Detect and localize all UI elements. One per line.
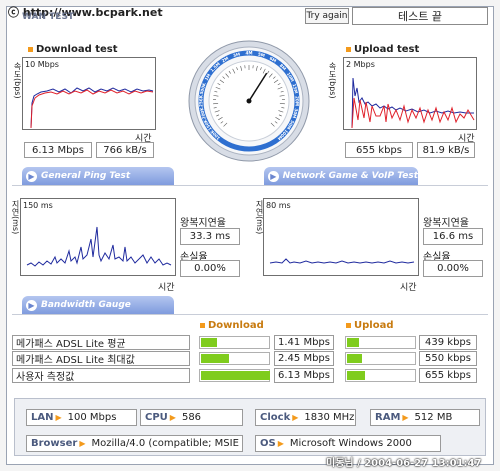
upload-bar-fill — [347, 371, 365, 380]
upload-value: 439 kbps — [419, 335, 477, 350]
download-bar-fill — [201, 371, 270, 380]
os-info: OS ▶ Microsoft Windows 2000 — [255, 435, 441, 452]
upload-value: 655 kbps — [419, 368, 477, 383]
clock-info: Clock ▶ 1830 MHz — [255, 409, 356, 426]
arrow-right-icon: ▶ — [277, 439, 284, 448]
download-bar-fill — [201, 338, 217, 347]
arrow-right-icon: ▶ — [169, 413, 176, 422]
download-series-blue — [30, 87, 154, 129]
upload-value: 550 kbps — [419, 351, 477, 366]
lan-info: LAN ▶ 100 Mbps — [26, 409, 137, 426]
bandwidth-row-label: 메가패스 ADSL Lite 최대값 — [12, 351, 190, 366]
gauge-dial: 100K150K200K256K500K1M1.5M2M3M 4M 5M6M8M10… — [188, 40, 310, 162]
bandwidth-upload-header: Upload — [346, 320, 393, 331]
try-again-button[interactable]: Try again — [305, 8, 349, 24]
upload-bar — [345, 352, 416, 365]
game-graph-plot — [269, 258, 415, 264]
game-series — [269, 258, 415, 264]
upload-y-axis-label: 속도(bps) — [328, 62, 337, 99]
section-title: WAN TEST — [22, 12, 75, 22]
ping-graph-plot — [26, 226, 172, 267]
ping-latency-value: 33.3 ms — [180, 228, 240, 245]
upload-test-title: Upload test — [346, 44, 419, 55]
game-graph: 80 ms — [263, 198, 419, 276]
ping-scale-label: 150 ms — [23, 201, 53, 210]
gauge-tick-label: 256K — [199, 94, 204, 107]
bullet-icon — [346, 47, 351, 52]
download-test-title: Download test — [28, 44, 118, 55]
ping-series — [26, 226, 172, 267]
download-scale-label: 10 Mbps — [25, 60, 59, 69]
upload-bar-fill — [347, 354, 362, 363]
game-x-axis-label: 시간 — [400, 283, 417, 293]
download-graph: 10 Mbps — [22, 57, 156, 130]
tab-bandwidth-gauge[interactable]: ▶ Bandwidth Gauge — [22, 296, 174, 314]
download-value: 1.41 Mbps — [274, 335, 334, 350]
bullet-icon — [28, 47, 33, 52]
gauge-tick-label: 4M — [245, 51, 252, 56]
arrow-right-icon: ▶ — [268, 170, 279, 182]
game-scale-label: 80 ms — [266, 201, 291, 210]
upload-bar — [345, 336, 416, 349]
upload-scale-label: 2 Mbps — [346, 60, 375, 69]
bandwidth-row-label: 메가패스 ADSL Lite 평균 — [12, 335, 190, 350]
bandwidth-download-header: Download — [200, 320, 264, 331]
download-bar — [199, 369, 270, 382]
divider — [12, 314, 488, 315]
upload-graph: 2 Mbps — [343, 57, 477, 130]
ram-info: RAM ▶ 512 MB — [370, 409, 480, 426]
game-latency-value: 16.6 ms — [423, 228, 483, 245]
ping-x-axis-label: 시간 — [158, 283, 175, 293]
download-speed-kbps: 6.13 Mbps — [24, 142, 92, 158]
arrow-right-icon: ▶ — [79, 439, 86, 448]
cpu-info: CPU ▶ 586 — [140, 409, 243, 426]
arrow-right-icon: ▶ — [402, 413, 409, 422]
arrow-right-icon: ▶ — [26, 299, 37, 311]
upload-bar — [345, 369, 416, 382]
browser-info: Browser ▶ Mozilla/4.0 (compatible; MSIE 6.… — [26, 435, 243, 452]
gauge-tick-label: 20M — [294, 96, 299, 106]
game-loss-value: 0.00% — [423, 260, 483, 277]
download-speed-kBs: 766 kB/s — [96, 142, 154, 158]
upload-speed-kbps: 655 kbps — [345, 142, 413, 158]
bullet-icon — [346, 323, 351, 328]
game-latency-label: 왕복지연율 — [423, 218, 469, 229]
bandwidth-row-label: 사용자 측정값 — [12, 368, 190, 383]
upload-speed-kBs: 81.9 kB/s — [417, 142, 475, 158]
download-series-red — [30, 89, 154, 129]
upload-bar-fill — [347, 338, 359, 347]
download-bar — [199, 352, 270, 365]
ping-latency-label: 왕복지연율 — [180, 218, 226, 229]
download-bar-fill — [201, 354, 229, 363]
arrow-right-icon: ▶ — [292, 413, 299, 422]
speed-gauge: 100K 150K 200K 256K 500K 1M 1.5M 2M 3M 4M 5M 6M 8M 10… — [188, 40, 310, 162]
tab-network-game-voip[interactable]: ▶ Network Game & VoIP Test — [264, 167, 418, 185]
download-value: 2.45 Mbps — [274, 351, 334, 366]
status-field: 테스트 끝 — [352, 7, 488, 25]
divider — [12, 185, 488, 186]
ping-graph: 150 ms — [20, 198, 176, 276]
footer-stamp: 미동님 / 2004-06-27 13:01:47 — [326, 458, 482, 469]
arrow-right-icon: ▶ — [26, 170, 37, 182]
download-bar — [199, 336, 270, 349]
tab-general-ping[interactable]: ▶ General Ping Test — [22, 167, 174, 185]
bullet-icon — [200, 323, 205, 328]
ping-loss-value: 0.00% — [180, 260, 240, 277]
download-value: 6.13 Mbps — [274, 368, 334, 383]
arrow-right-icon: ▶ — [55, 413, 62, 422]
